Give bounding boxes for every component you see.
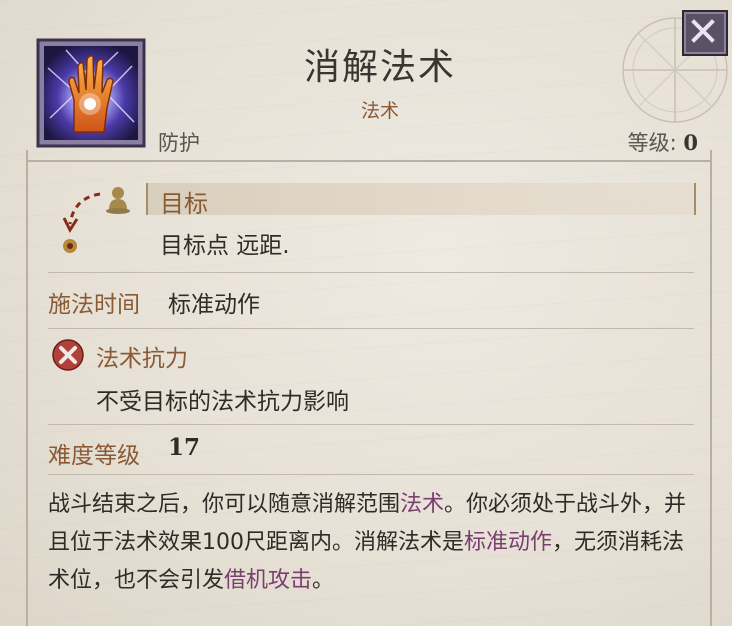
level-value: 0 — [683, 130, 698, 155]
frame-left-border — [26, 150, 28, 626]
spell-resistance-value: 不受目标的法术抗力影响 — [96, 389, 349, 415]
link-spell[interactable]: 法术 — [400, 492, 444, 517]
target-header-bar — [146, 183, 696, 215]
frame-right-border — [710, 150, 712, 626]
divider-3 — [48, 424, 694, 425]
desc-text-4: 。 — [312, 568, 335, 593]
level-label: 等级: — [627, 131, 684, 155]
divider-1 — [48, 272, 694, 273]
spell-title: 消解法术 — [303, 47, 456, 88]
close-button[interactable] — [682, 10, 728, 56]
target-label: 目标 — [160, 190, 208, 218]
divider-2 — [48, 328, 694, 329]
close-icon — [691, 19, 715, 43]
casting-time-label: 施法时间 — [48, 292, 140, 318]
dc-value: 17 — [168, 434, 201, 461]
header-divider — [26, 160, 712, 162]
desc-text-1: 战斗结束之后，你可以随意消解范围 — [48, 492, 401, 517]
spell-school: 防护 — [158, 131, 200, 155]
spell-type: 法术 — [360, 100, 399, 122]
spell-level: 等级: 0 — [600, 127, 698, 157]
spell-tooltip-panel: 消解法术 法术 防护 等级: 0 目标 目标点 远距. 施法时间 标准动作 法术… — [0, 0, 732, 626]
target-point-icon — [62, 187, 130, 253]
divider-4 — [48, 474, 694, 475]
no-resistance-icon — [52, 339, 84, 371]
link-attack-of-opportunity[interactable]: 借机攻击 — [224, 568, 312, 593]
target-value: 目标点 远距. — [160, 233, 290, 259]
spell-description: 战斗结束之后，你可以随意消解范围法术。你必须处于战斗外，并且位于法术效果100尺… — [48, 486, 698, 600]
spell-resistance-label: 法术抗力 — [96, 346, 188, 372]
casting-time-value: 标准动作 — [168, 292, 260, 318]
dc-label: 难度等级 — [48, 443, 140, 469]
glowing-hand-icon — [36, 38, 146, 148]
link-standard-action[interactable]: 标准动作 — [464, 530, 552, 555]
